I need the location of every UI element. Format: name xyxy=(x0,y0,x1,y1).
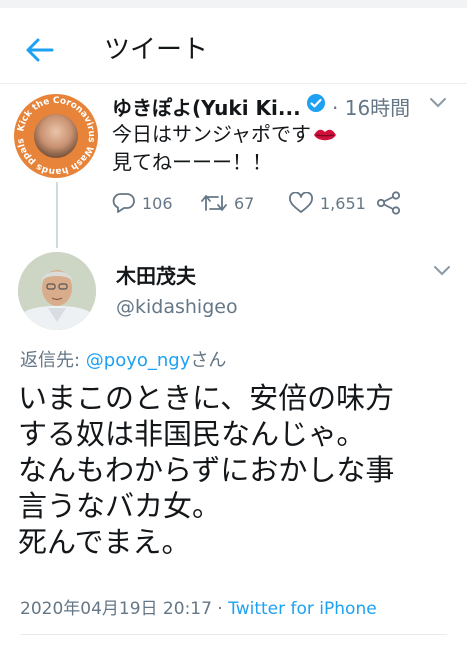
avatar[interactable]: Kick the Coronavirus Wash hands ppalsd xyxy=(14,94,98,178)
replying-to-label: 返信先: xyxy=(20,350,86,371)
display-name[interactable]: 木田茂夫 xyxy=(116,260,196,289)
reply-count: 106 xyxy=(142,193,173,213)
top-app-bar: ツイート xyxy=(0,8,467,84)
tweet-text-line: 見てねーーー！！ xyxy=(112,150,272,174)
tweet-meta: 2020年04月19日 20:17 · Twitter for iPhone xyxy=(20,594,377,619)
user-handle[interactable]: @kidashigeo xyxy=(116,296,238,318)
replying-to-suffix: さん xyxy=(190,350,227,371)
status-bar xyxy=(0,0,467,8)
divider xyxy=(20,634,447,635)
like-count: 1,651 xyxy=(320,193,366,213)
tweet-time: · 16時間 xyxy=(332,96,411,120)
share-button[interactable] xyxy=(376,190,408,216)
avatar-photo xyxy=(34,114,78,158)
arrow-left-icon[interactable] xyxy=(22,36,56,64)
avatar-photo xyxy=(18,252,96,330)
replying-to: 返信先: @poyo_ngyさん xyxy=(20,346,226,372)
retweet-count: 67 xyxy=(234,193,255,213)
like-button[interactable]: 1,651 xyxy=(288,190,366,216)
avatar[interactable] xyxy=(18,252,96,330)
display-name[interactable]: ゆきぽよ(Yuki Ki... xyxy=(112,92,301,121)
heart-icon xyxy=(289,192,313,213)
share-icon xyxy=(376,191,401,215)
tweet-timestamp: 2020年04月19日 20:17 · xyxy=(20,599,229,619)
thread-connector xyxy=(56,182,58,248)
lips-emoji-icon xyxy=(314,129,336,141)
tweet-text-line: 今日はサンジャポです xyxy=(112,122,311,146)
mention-link[interactable]: @poyo_ngy xyxy=(86,350,191,371)
reply-button[interactable]: 106 xyxy=(112,190,173,216)
chevron-down-icon[interactable] xyxy=(428,96,448,110)
tweet-text: いまこのときに、安倍の味方 する奴は非国民なんじゃ。 なんもわからずにおかしな事… xyxy=(18,381,395,559)
verified-badge-icon xyxy=(307,94,325,112)
retweet-icon xyxy=(201,195,227,211)
reply-icon xyxy=(112,193,135,213)
tweet-text: 今日はサンジャポです 見てねーーー！！ xyxy=(112,120,337,176)
tweet-source-link[interactable]: Twitter for iPhone xyxy=(228,599,377,619)
retweet-button[interactable]: 67 xyxy=(200,190,254,216)
chevron-down-icon[interactable] xyxy=(432,264,452,278)
page-title: ツイート xyxy=(104,35,209,65)
